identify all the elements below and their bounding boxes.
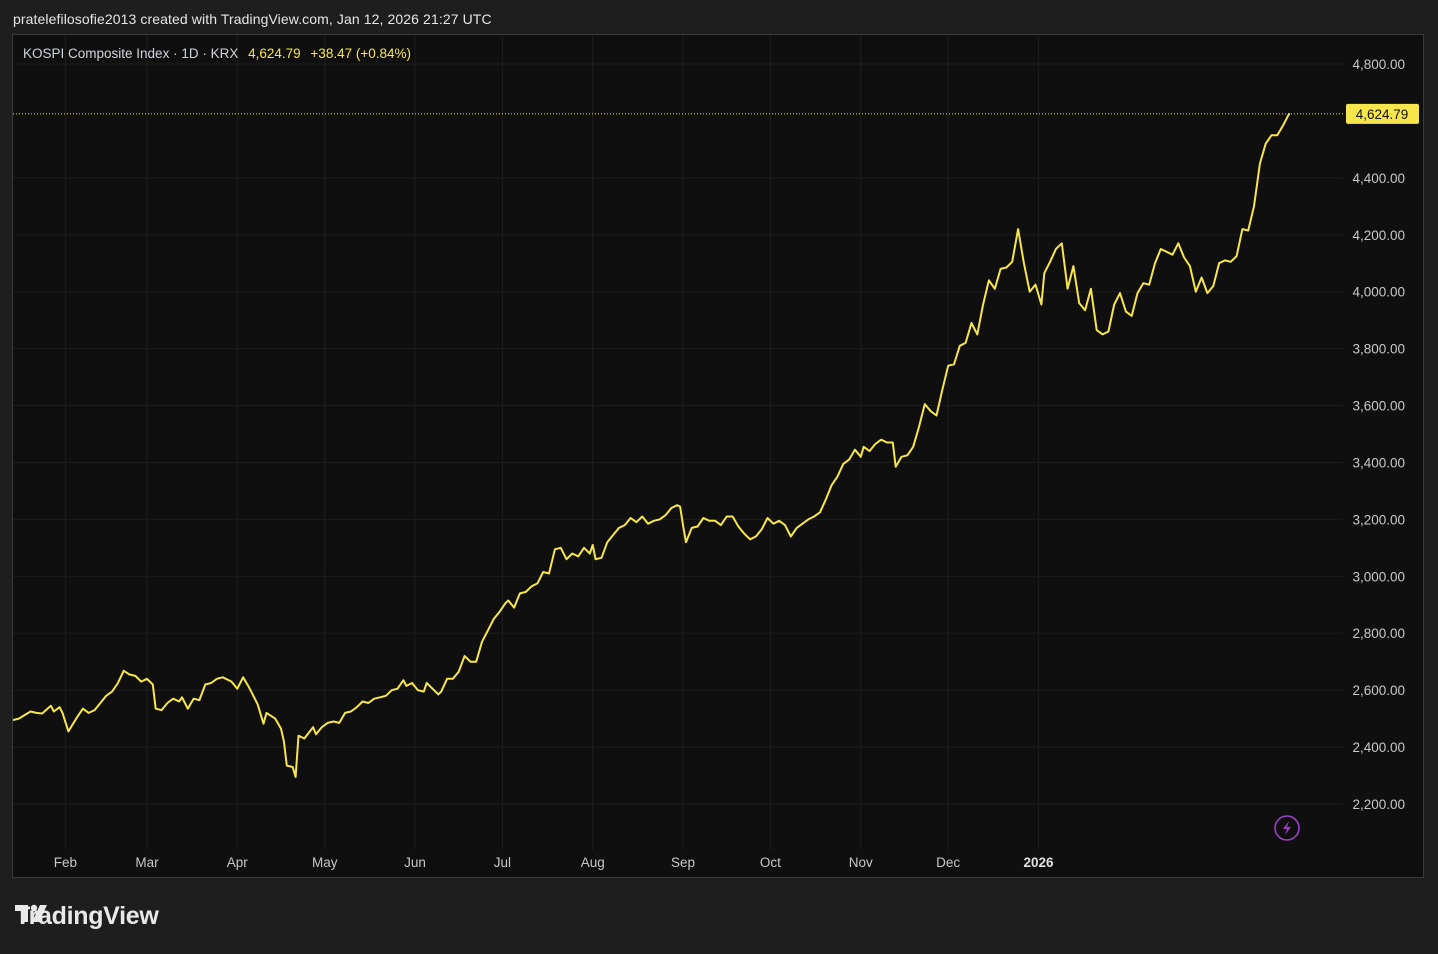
y-tick-label: 3,800.00 bbox=[1352, 342, 1405, 357]
x-tick-label: Feb bbox=[54, 855, 77, 870]
time-axis: Feb Mar Apr May Jun Jul Aug Sep Oct Nov Dec 2026 bbox=[54, 855, 1054, 870]
x-tick-label: Jun bbox=[404, 855, 426, 870]
x-tick-label: Apr bbox=[227, 855, 249, 870]
grid-lines bbox=[13, 35, 1343, 850]
price-line-layer bbox=[13, 112, 1290, 778]
x-tick-label: May bbox=[312, 855, 338, 870]
x-tick-label: Sep bbox=[671, 855, 695, 870]
x-tick-label: 2026 bbox=[1023, 855, 1054, 870]
chart-panel[interactable]: 2,200.00 2,400.00 2,600.00 2,800.00 3,000.00… bbox=[12, 34, 1424, 878]
price-axis: 2,200.00 2,400.00 2,600.00 2,800.00 3,000.00… bbox=[1352, 57, 1405, 812]
chart-caption: pratelefilosofie2013 created with Tradin… bbox=[13, 11, 492, 27]
y-tick-label: 4,800.00 bbox=[1352, 57, 1405, 72]
last-price-marker: 4,624.79 bbox=[13, 103, 1419, 124]
x-tick-label: Mar bbox=[135, 855, 159, 870]
y-tick-label: 2,800.00 bbox=[1352, 626, 1405, 641]
last-value: 4,624.79 bbox=[248, 46, 301, 61]
price-series-line[interactable] bbox=[13, 112, 1290, 778]
x-tick-label: Dec bbox=[936, 855, 960, 870]
symbol-name[interactable]: KOSPI Composite Index · 1D · KRX bbox=[23, 46, 238, 61]
y-tick-label: 2,600.00 bbox=[1352, 683, 1405, 698]
last-price-label: 4,624.79 bbox=[1356, 107, 1409, 122]
x-tick-label: Oct bbox=[760, 855, 781, 870]
y-tick-label: 2,400.00 bbox=[1352, 740, 1405, 755]
y-tick-label: 2,200.00 bbox=[1352, 797, 1405, 812]
y-tick-label: 3,000.00 bbox=[1352, 569, 1405, 584]
y-tick-label: 3,600.00 bbox=[1352, 399, 1405, 414]
tradingview-logo-icon bbox=[15, 904, 47, 922]
tradingview-logo[interactable]: TradingView bbox=[15, 902, 159, 931]
symbol-legend[interactable]: KOSPI Composite Index · 1D · KRX 4,624.7… bbox=[23, 46, 411, 61]
y-tick-label: 4,400.00 bbox=[1352, 171, 1405, 186]
y-tick-label: 4,200.00 bbox=[1352, 228, 1405, 243]
y-tick-label: 3,400.00 bbox=[1352, 455, 1405, 470]
y-tick-label: 3,200.00 bbox=[1352, 512, 1405, 527]
x-tick-label: Nov bbox=[849, 855, 873, 870]
x-tick-label: Aug bbox=[581, 855, 605, 870]
lightning-icon[interactable] bbox=[1274, 815, 1300, 841]
price-change: +38.47 (+0.84%) bbox=[310, 46, 411, 61]
y-tick-label: 4,000.00 bbox=[1352, 285, 1405, 300]
price-chart[interactable]: 2,200.00 2,400.00 2,600.00 2,800.00 3,000.00… bbox=[13, 35, 1424, 878]
x-tick-label: Jul bbox=[494, 855, 511, 870]
